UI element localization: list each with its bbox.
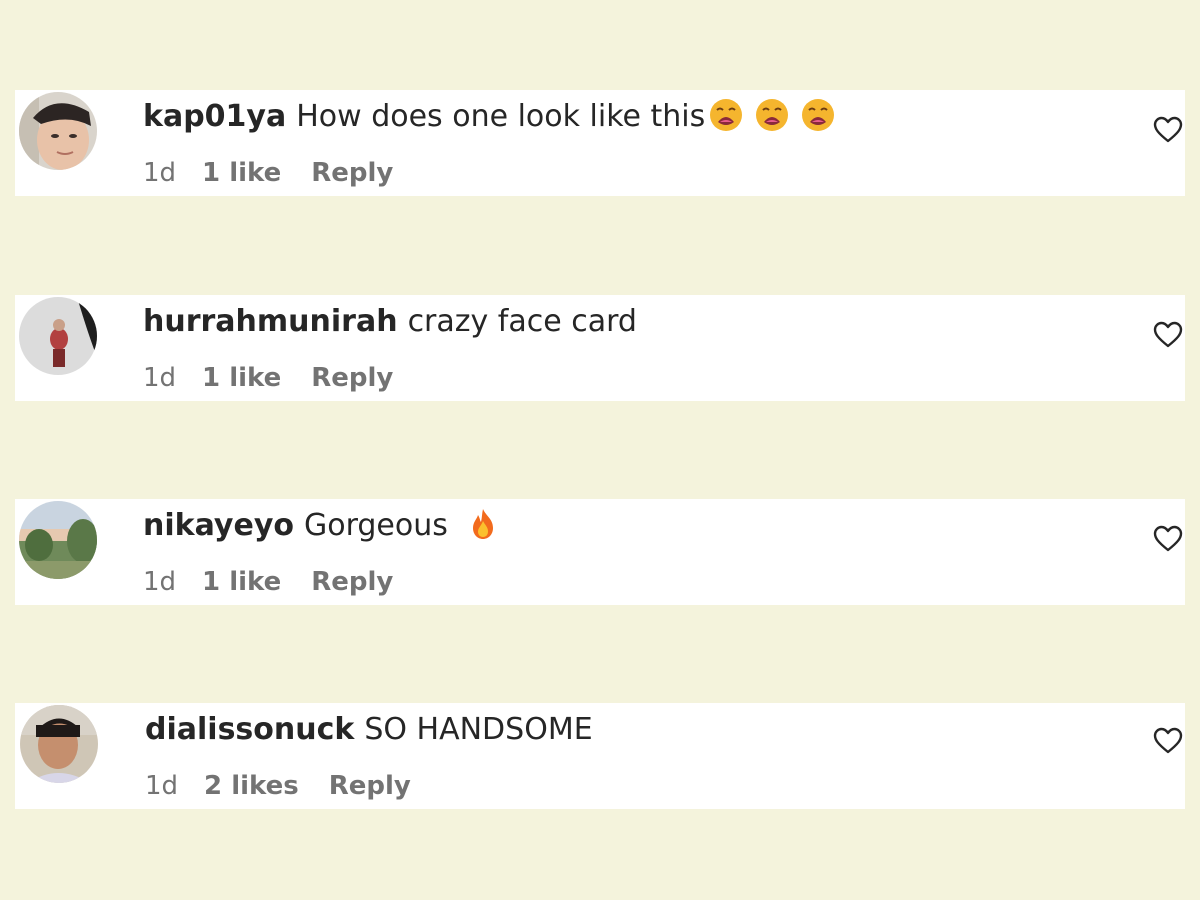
avatar[interactable] xyxy=(19,92,97,170)
comment-text-line: kap01ya How does one look like this xyxy=(143,97,835,137)
heart-icon[interactable] xyxy=(1153,525,1183,553)
heart-icon[interactable] xyxy=(1153,727,1183,755)
timestamp: 1d xyxy=(145,771,179,801)
avatar[interactable] xyxy=(19,297,97,375)
reply-button[interactable]: Reply xyxy=(311,567,393,597)
reply-button[interactable]: Reply xyxy=(329,771,411,801)
avatar[interactable] xyxy=(20,705,98,783)
username[interactable]: hurrahmunirah xyxy=(143,304,398,339)
username[interactable]: kap01ya xyxy=(143,99,286,134)
comment-meta: 1d 1 like Reply xyxy=(143,361,393,395)
likes-count[interactable]: 2 likes xyxy=(204,771,299,801)
weary-face-icon xyxy=(710,99,743,131)
timestamp: 1d xyxy=(143,363,177,393)
comment-body: Gorgeous xyxy=(303,508,448,543)
heart-icon[interactable] xyxy=(1153,321,1183,349)
comment-text-line: dialissonuck SO HANDSOME xyxy=(145,710,593,750)
fire-icon xyxy=(472,509,493,539)
comment-text-line: nikayeyo Gorgeous xyxy=(143,506,500,546)
comment-meta: 1d 1 like Reply xyxy=(143,156,393,190)
comment-meta: 1d 2 likes Reply xyxy=(145,769,411,803)
comment-card: kap01ya How does one look like this 1d 1 l… xyxy=(15,90,1185,196)
likes-count[interactable]: 1 like xyxy=(202,567,281,597)
comment-card: hurrahmunirah crazy face card 1d 1 like Rep… xyxy=(15,295,1185,401)
username[interactable]: dialissonuck xyxy=(145,712,354,747)
likes-count[interactable]: 1 like xyxy=(202,363,281,393)
timestamp: 1d xyxy=(143,158,177,188)
comment-meta: 1d 1 like Reply xyxy=(143,565,393,599)
timestamp: 1d xyxy=(143,567,177,597)
avatar[interactable] xyxy=(19,501,97,579)
reply-button[interactable]: Reply xyxy=(311,158,393,188)
comment-card: dialissonuck SO HANDSOME 1d 2 likes Reply xyxy=(15,703,1185,809)
comment-body: SO HANDSOME xyxy=(364,712,593,747)
username[interactable]: nikayeyo xyxy=(143,508,294,543)
comment-card: nikayeyo Gorgeous 1d 1 like Reply xyxy=(15,499,1185,605)
likes-count[interactable]: 1 like xyxy=(202,158,281,188)
comment-body: crazy face card xyxy=(407,304,637,339)
comment-body: How does one look like this xyxy=(296,99,706,134)
comment-text-line: hurrahmunirah crazy face card xyxy=(143,302,637,342)
reply-button[interactable]: Reply xyxy=(311,363,393,393)
heart-icon[interactable] xyxy=(1153,116,1183,144)
weary-face-icon xyxy=(802,99,835,131)
weary-face-icon xyxy=(756,99,789,131)
